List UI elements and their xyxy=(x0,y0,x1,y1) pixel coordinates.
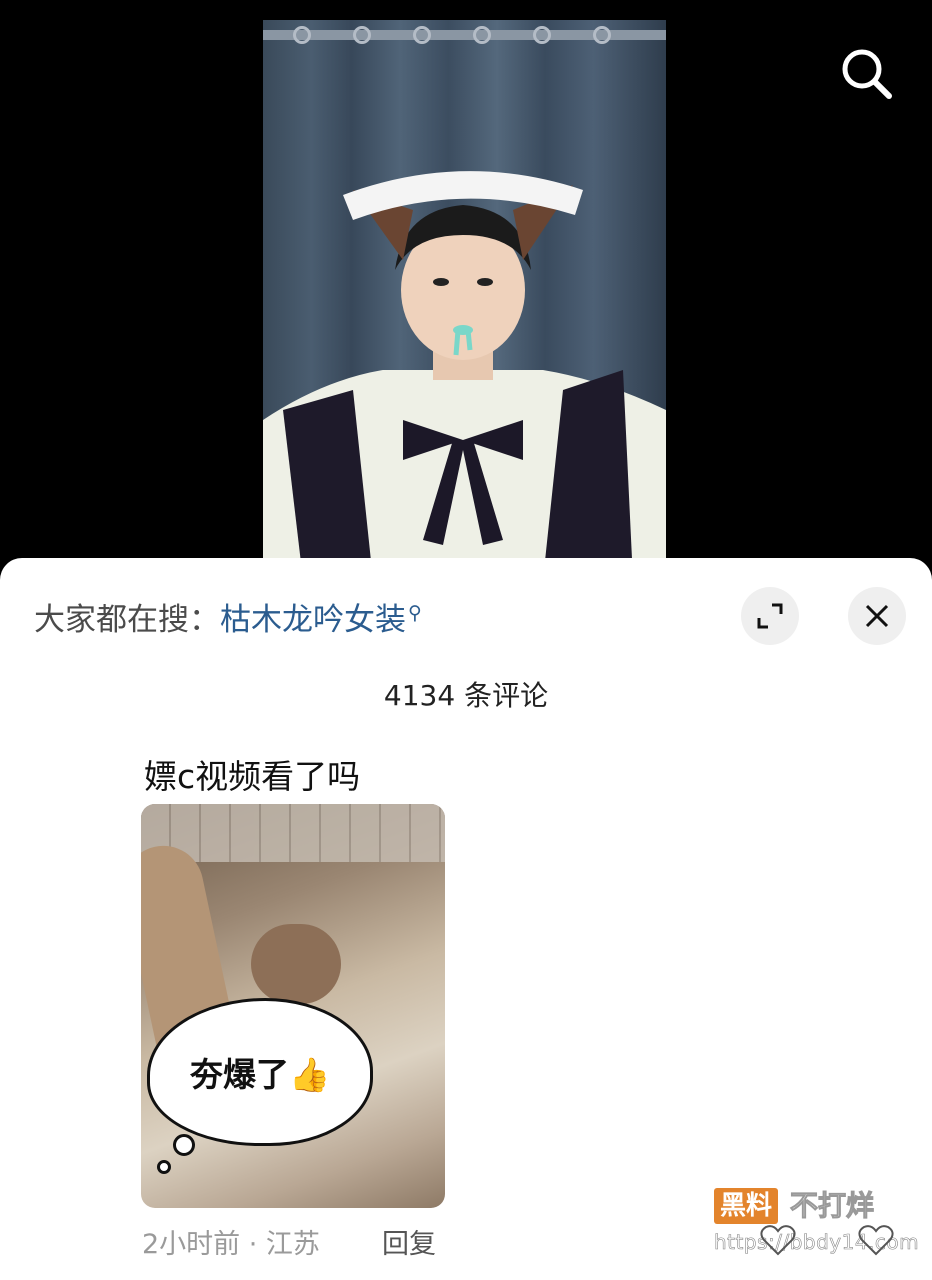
reply-button[interactable]: 回复 xyxy=(382,1222,436,1261)
expand-button[interactable] xyxy=(741,587,799,645)
search-button[interactable] xyxy=(836,44,896,102)
video-subject xyxy=(263,171,666,580)
comment-count: 4134 条评论 xyxy=(383,679,549,712)
video-frame[interactable] xyxy=(263,20,666,580)
close-button[interactable] xyxy=(848,587,906,645)
heart-icon xyxy=(858,1225,894,1256)
watermark-badge: 黑料 xyxy=(714,1188,779,1224)
search-small-icon: ⚲ xyxy=(408,601,422,624)
comment-sheet: 大家都在搜：枯木龙吟女装 ⚲ 4134 条评论 嫖c视频看了吗 夯爆了👍 2小时前… xyxy=(0,558,932,1280)
watermark-title: 不打烊 xyxy=(789,1189,875,1223)
trending-term[interactable]: 枯木龙吟女装 xyxy=(220,602,406,638)
comment-image[interactable]: 夯爆了👍 xyxy=(141,804,445,1208)
comment-meta: 2小时前 · 江苏 xyxy=(142,1229,320,1260)
speech-bubble: 夯爆了👍 xyxy=(147,998,373,1146)
video-player[interactable] xyxy=(0,0,932,580)
close-icon xyxy=(865,604,889,628)
trending-search[interactable]: 大家都在搜：枯木龙吟女装 ⚲ xyxy=(34,594,422,639)
comment-text: 嫖c视频看了吗 xyxy=(144,757,361,796)
trending-prefix: 大家都在搜： xyxy=(34,602,220,638)
expand-icon xyxy=(757,603,783,629)
search-icon xyxy=(842,49,892,99)
image-caption: 夯爆了👍 xyxy=(189,1055,331,1094)
heart-icon xyxy=(760,1225,796,1256)
